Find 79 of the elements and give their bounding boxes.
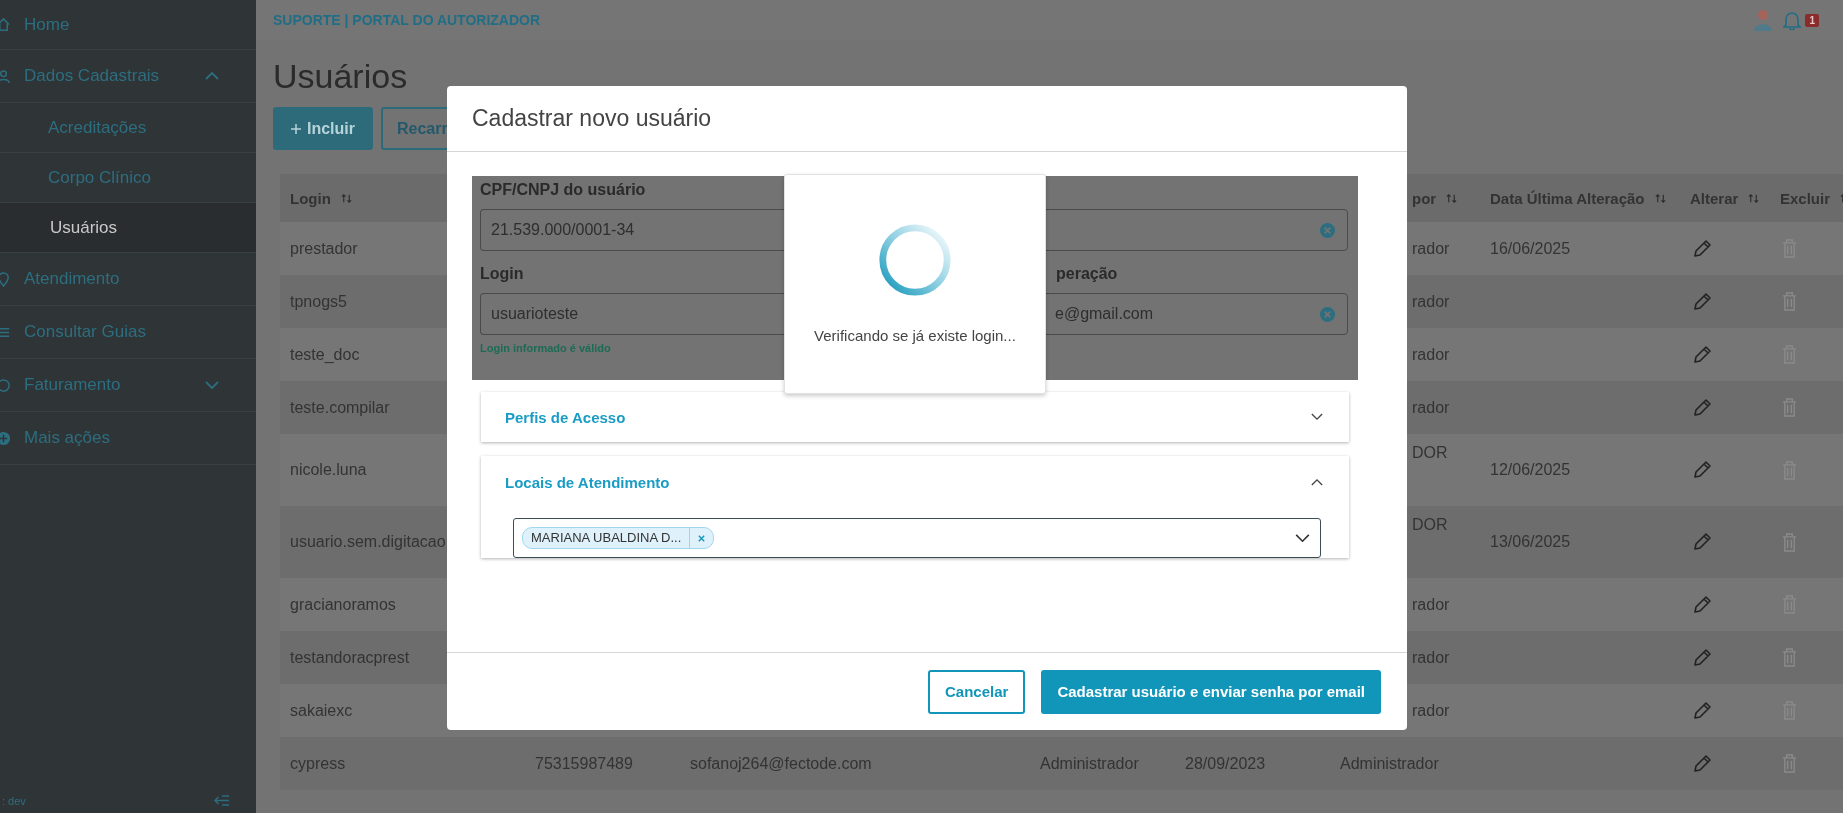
sort-icon[interactable] [340, 192, 352, 204]
column-header[interactable]: Data Última Alteração [1490, 189, 1645, 207]
table-cell: prestador [290, 239, 358, 258]
column-header[interactable]: Excluir [1780, 189, 1831, 207]
submit-button[interactable]: Cadastrar usuário e enviar senha por email [1041, 669, 1381, 714]
table-cell: Administrador [1040, 754, 1139, 773]
table-cell: 75315987489 [535, 754, 633, 773]
table-cell: 16/06/2025 [1490, 239, 1571, 258]
edit-icon[interactable] [1692, 397, 1712, 418]
delete-icon[interactable] [1782, 648, 1797, 667]
home-icon [0, 17, 11, 32]
cancel-button[interactable]: Cancelar [928, 669, 1026, 714]
user-icon [0, 68, 11, 84]
table-cell: DOR [1412, 444, 1448, 462]
table-cell: rador [1412, 648, 1450, 667]
edit-icon[interactable] [1692, 460, 1712, 480]
delete-icon[interactable] [1782, 292, 1797, 311]
dropdown-icon[interactable] [1295, 533, 1310, 543]
coin-icon [0, 377, 11, 393]
chevron-icon[interactable] [1311, 413, 1323, 421]
pin-icon [0, 271, 11, 287]
table-cell: testandoracprest [290, 648, 410, 667]
sort-icon[interactable] [1654, 192, 1666, 204]
table-cell: sofanoj264@fectode.com [690, 754, 872, 773]
table-cell: Administrador [1340, 754, 1439, 773]
table-cell: tpnogs5 [290, 292, 347, 311]
table-cell: rador [1412, 595, 1450, 614]
delete-icon[interactable] [1782, 532, 1797, 552]
multiselect-field[interactable]: MARIANA UBALDINA D... [513, 518, 1321, 558]
field-label: CPF/CNPJ do usuário [480, 180, 647, 200]
dialog-title: Cadastrar novo usuário [447, 86, 1407, 152]
section-title[interactable]: Locais de Atendimento [505, 473, 670, 491]
portal-title: SUPORTE | PORTAL DO AUTORIZADOR [273, 12, 541, 28]
table-cell: usuario.sem.digitacao [290, 533, 446, 551]
table-cell: rador [1412, 292, 1450, 311]
sort-icon[interactable] [1446, 192, 1458, 204]
table-cell: teste.compilar [290, 398, 390, 417]
edit-icon[interactable] [1692, 291, 1712, 312]
table-cell: rador [1412, 701, 1450, 720]
selected-chip: MARIANA UBALDINA D... [522, 527, 715, 549]
table-cell: DOR [1412, 516, 1448, 534]
edit-icon[interactable] [1692, 594, 1712, 615]
sidebar-subitem[interactable]: Usuários [0, 203, 256, 253]
collapse-icon[interactable] [214, 794, 230, 807]
column-header[interactable]: por [1412, 189, 1437, 207]
table-cell: rador [1412, 398, 1450, 417]
field-label: Login [480, 264, 525, 284]
table-cell: 12/06/2025 [1490, 461, 1571, 479]
delete-icon[interactable] [1782, 754, 1797, 773]
table-cell: rador [1412, 345, 1450, 364]
table-cell: nicole.luna [290, 461, 367, 479]
delete-icon[interactable] [1782, 398, 1797, 417]
edit-icon[interactable] [1692, 344, 1712, 365]
edit-icon[interactable] [1692, 647, 1712, 668]
validation-message: Login informado é válido [480, 342, 612, 354]
spinner-icon [876, 221, 954, 299]
sort-icon[interactable] [1748, 192, 1760, 204]
add-button[interactable]: Incluir [273, 107, 373, 150]
field-label: peração [1055, 264, 1119, 284]
edit-icon[interactable] [1692, 238, 1712, 259]
table-cell: 28/09/2023 [1185, 754, 1266, 773]
chevron-icon[interactable] [1311, 478, 1323, 486]
edit-icon[interactable] [1692, 532, 1712, 552]
column-header[interactable]: Alterar [1690, 189, 1739, 207]
table-cell: 13/06/2025 [1490, 533, 1571, 551]
remove-icon[interactable] [697, 533, 707, 543]
column-header[interactable]: Login [290, 189, 331, 207]
table-cell: sakaiexc [290, 701, 353, 720]
table-cell: rador [1412, 239, 1450, 258]
table-cell: gracianoramos [290, 595, 396, 614]
table-cell: teste_doc [290, 345, 360, 364]
section-title[interactable]: Perfis de Acesso [505, 408, 626, 426]
plus-icon [291, 123, 301, 134]
edit-icon[interactable] [1692, 700, 1712, 721]
notification-badge: 1 [1805, 13, 1819, 27]
edit-icon[interactable] [1692, 753, 1712, 774]
environment-label: : dev [2, 794, 26, 807]
table-cell: cypress [290, 754, 346, 773]
page-title: Usuários [273, 56, 409, 96]
